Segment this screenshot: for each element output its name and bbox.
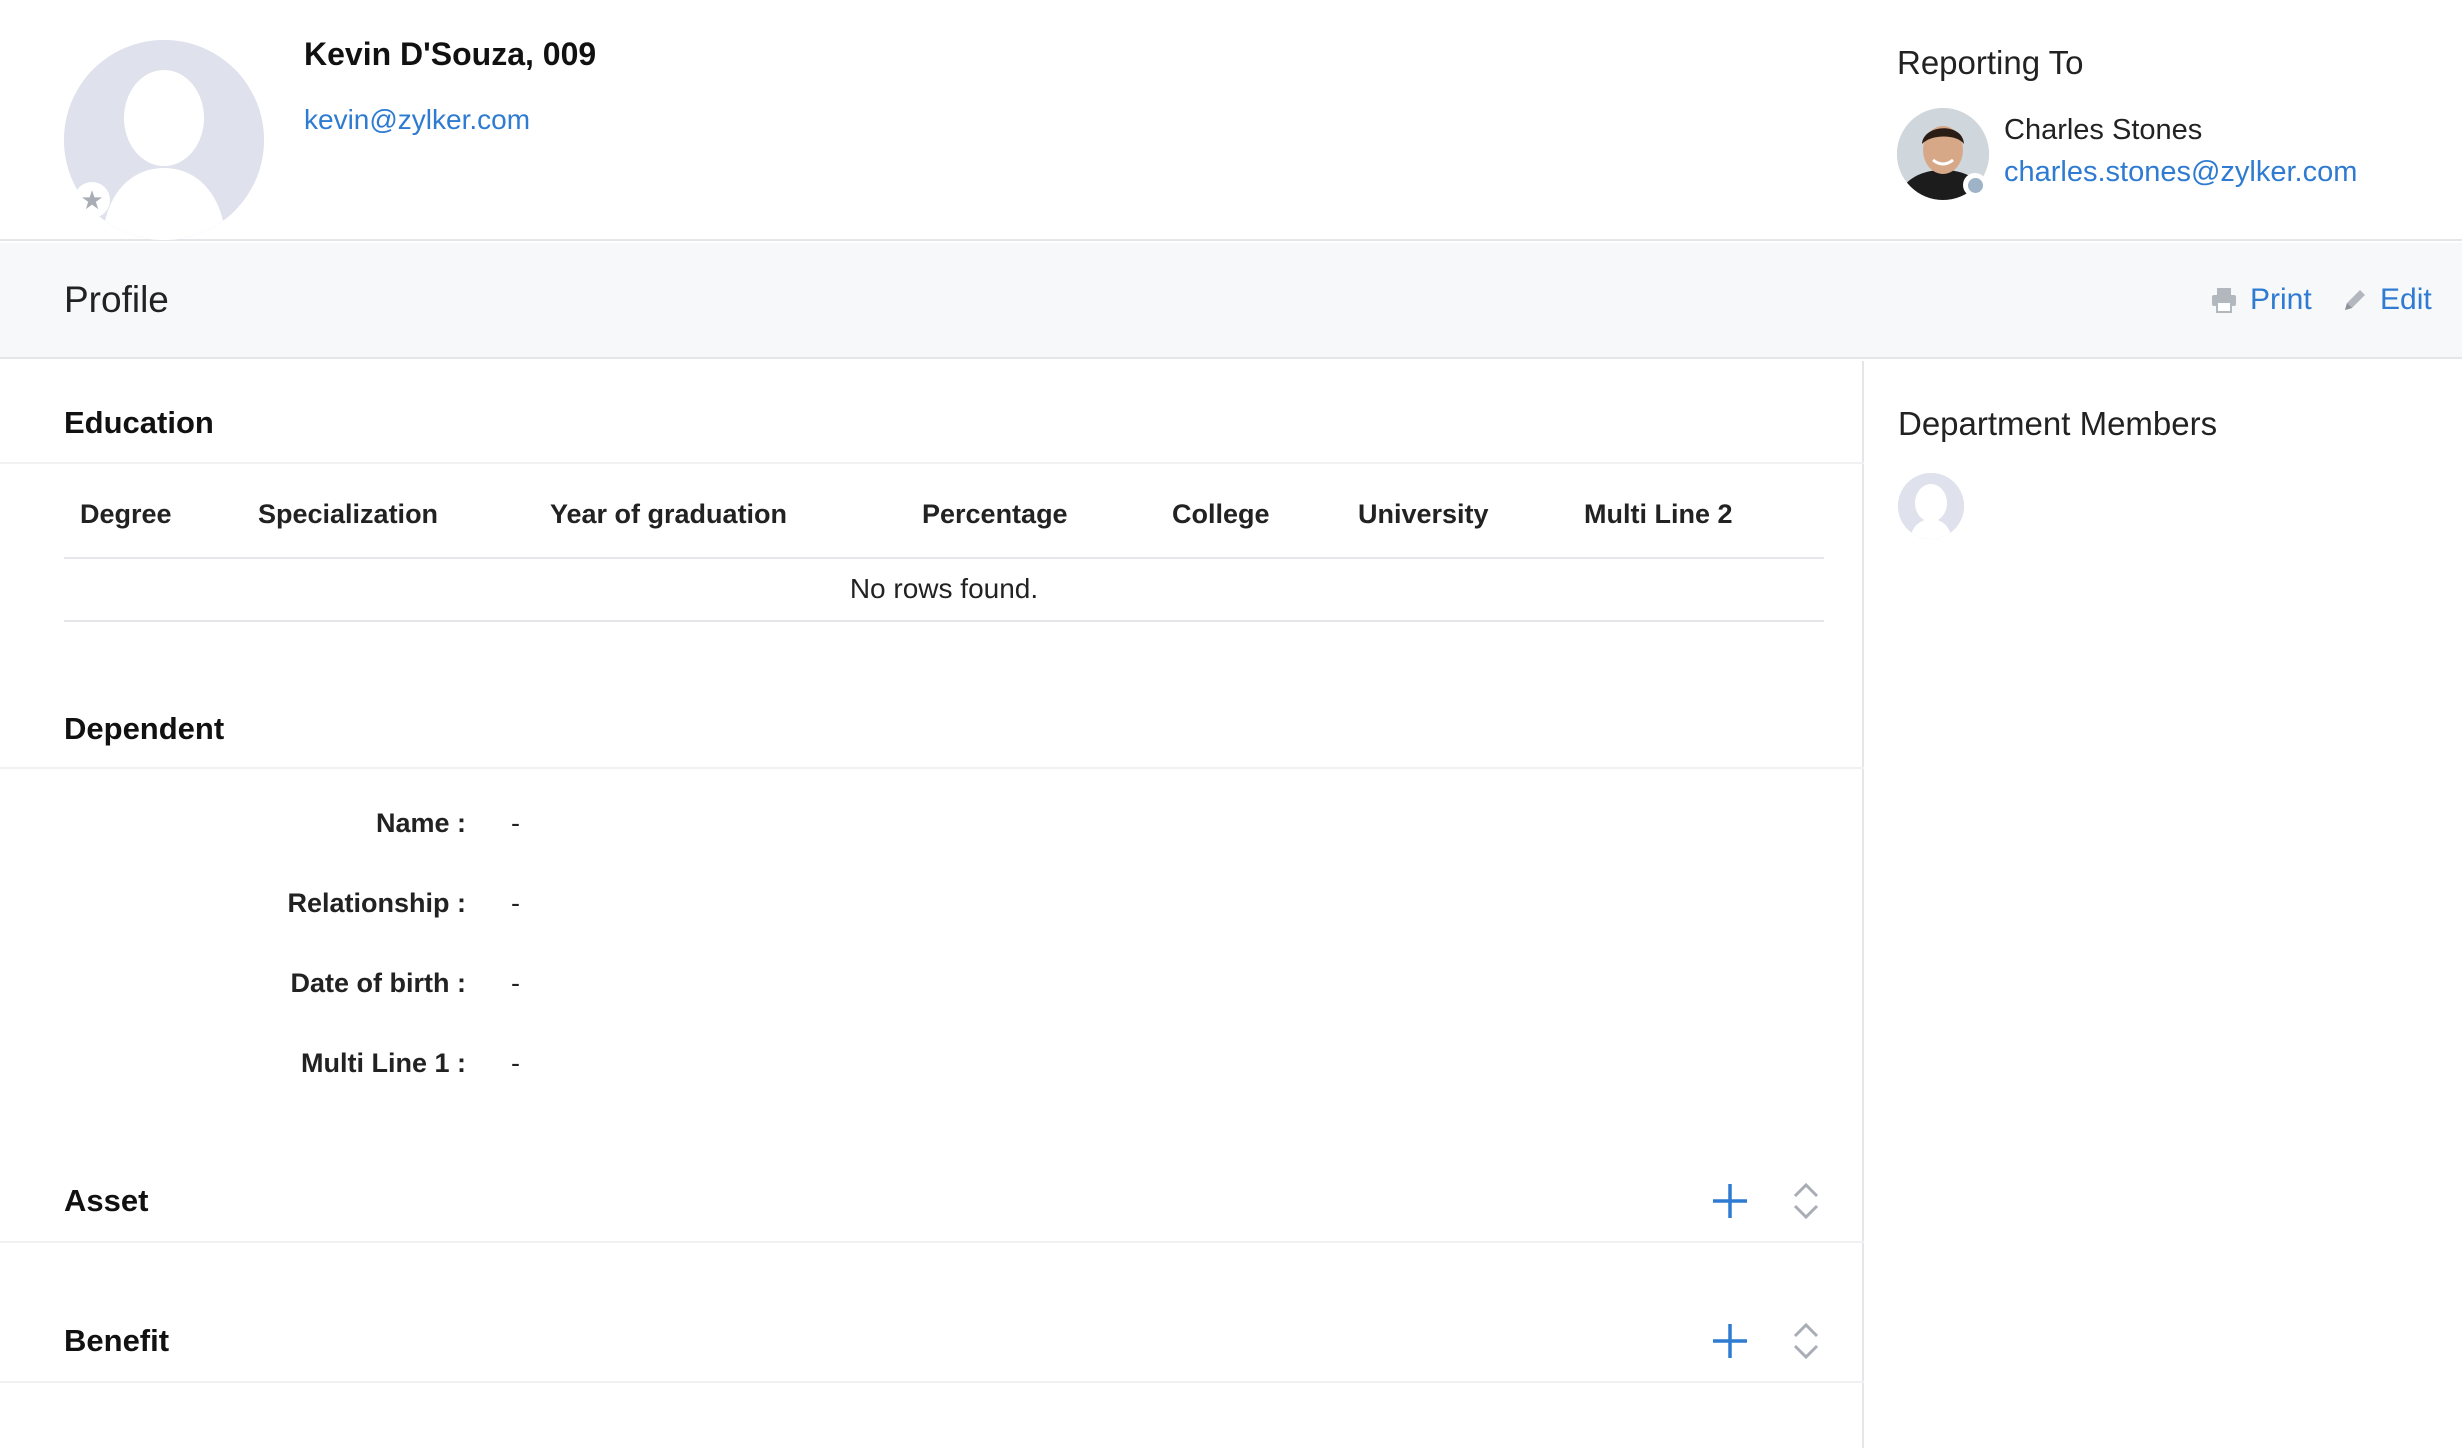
dependent-divider <box>0 767 1864 769</box>
education-empty-message: No rows found. <box>849 573 1039 604</box>
education-divider <box>0 462 1864 464</box>
page-title: Profile <box>64 279 169 320</box>
asset-sort-button[interactable] <box>1784 1179 1828 1223</box>
profile-main-content: Education Degree Specialization Year of … <box>0 361 1864 1448</box>
column-header-percentage: Percentage <box>922 499 1068 529</box>
manager-name[interactable]: Charles Stones <box>2004 114 2202 147</box>
field-value-name: - <box>511 808 520 838</box>
table-header-divider <box>64 557 1824 559</box>
sort-chevrons-icon <box>1793 1182 1819 1220</box>
benefit-divider <box>0 1381 1864 1383</box>
sort-chevrons-icon <box>1793 1322 1819 1360</box>
asset-divider <box>0 1241 1864 1243</box>
field-value-relationship: - <box>511 888 520 918</box>
column-header-multi-line-2: Multi Line 2 <box>1584 499 1733 529</box>
employee-email-link[interactable]: kevin@zylker.com <box>304 104 530 136</box>
field-label-relationship: Relationship : <box>287 888 466 918</box>
field-label-name: Name : <box>375 808 466 838</box>
column-header-college: College <box>1172 499 1270 529</box>
department-members-panel: Department Members <box>1866 361 2462 1448</box>
add-asset-button[interactable] <box>1708 1179 1752 1223</box>
education-section-title: Education <box>64 405 214 440</box>
favorite-star-icon[interactable]: ★ <box>74 182 110 218</box>
employee-name: Kevin D'Souza, 009 <box>304 36 597 72</box>
edit-button[interactable]: Edit <box>2342 283 2432 317</box>
printer-icon <box>2212 288 2236 313</box>
field-value-multi-line-1: - <box>511 1048 520 1078</box>
manager-email-link[interactable]: charles.stones@zylker.com <box>2004 156 2357 189</box>
plus-icon <box>1713 1184 1747 1218</box>
profile-toolbar: Profile Print Edit <box>0 243 2462 359</box>
field-label-multi-line-1: Multi Line 1 : <box>301 1048 466 1078</box>
edit-label: Edit <box>2380 283 2432 316</box>
benefit-sort-button[interactable] <box>1784 1319 1828 1363</box>
column-header-specialization: Specialization <box>258 499 439 529</box>
department-member-avatar[interactable] <box>1898 473 1964 539</box>
table-bottom-divider <box>64 620 1824 622</box>
asset-section-title: Asset <box>64 1183 149 1218</box>
reporting-to-title: Reporting To <box>1897 44 2084 81</box>
presence-status-icon <box>1963 173 1987 197</box>
print-label: Print <box>2250 283 2312 316</box>
employee-header: ★ Kevin D'Souza, 009 kevin@zylker.com Re… <box>0 0 2462 241</box>
dependent-section-title: Dependent <box>64 711 225 746</box>
column-header-year-of-graduation: Year of graduation <box>550 499 788 529</box>
benefit-section-title: Benefit <box>64 1323 170 1358</box>
column-header-university: University <box>1358 499 1489 529</box>
user-silhouette-icon <box>1898 473 1964 539</box>
field-value-date-of-birth: - <box>511 968 520 998</box>
add-benefit-button[interactable] <box>1708 1319 1752 1363</box>
field-label-date-of-birth: Date of birth : <box>290 968 467 998</box>
column-header-degree: Degree <box>80 499 172 529</box>
department-members-title: Department Members <box>1898 405 2218 442</box>
print-button[interactable]: Print <box>2210 283 2312 317</box>
plus-icon <box>1713 1324 1747 1358</box>
pencil-icon <box>2345 290 2365 310</box>
